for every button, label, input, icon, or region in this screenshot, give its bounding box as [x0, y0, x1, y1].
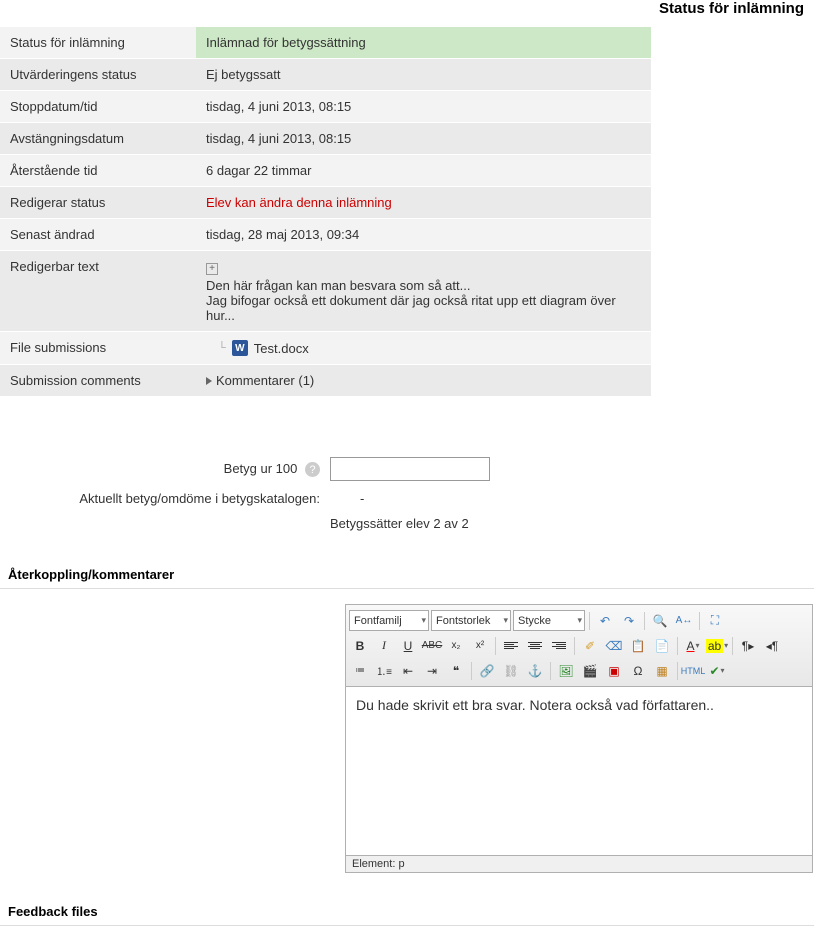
feedback-files-header: Feedback files — [0, 898, 814, 926]
align-left-button[interactable] — [500, 635, 522, 656]
strikethrough-button[interactable]: ABC — [421, 635, 443, 656]
editor-path: Element: p — [345, 856, 813, 873]
italic-button[interactable]: I — [373, 635, 395, 656]
submission-status-table: Status för inlämning Inlämnad för betygs… — [0, 27, 651, 397]
gradebook-label: Aktuellt betyg/omdöme i betygskatalogen: — [0, 491, 330, 506]
row-cutoff-date: Avstängningsdatum tisdag, 4 juni 2013, 0… — [0, 123, 651, 155]
page-title: Status för inlämning — [0, 0, 814, 27]
expand-icon[interactable]: + — [206, 263, 218, 275]
replace-button[interactable]: A↔ — [673, 610, 695, 631]
row-time-remaining: Återstående tid 6 dagar 22 timmar — [0, 155, 651, 187]
superscript-button[interactable]: x² — [469, 635, 491, 656]
redo-button[interactable]: ↷ — [618, 610, 640, 631]
help-icon[interactable]: ? — [305, 462, 320, 477]
tree-branch-icon: └ — [218, 342, 226, 354]
label-time-remaining: Återstående tid — [0, 155, 196, 187]
paragraph-format-select[interactable]: Stycke — [513, 610, 585, 631]
label-editing-status: Redigerar status — [0, 187, 196, 219]
value-submission-status: Inlämnad för betygssättning — [196, 27, 651, 59]
text-color-button[interactable]: A — [682, 635, 704, 656]
label-grading-status: Utvärderingens status — [0, 59, 196, 91]
rtl-button[interactable]: ◂¶ — [761, 635, 783, 656]
outdent-button[interactable]: ⇤ — [397, 660, 419, 681]
row-last-modified: Senast ändrad tisdag, 28 maj 2013, 09:34 — [0, 219, 651, 251]
underline-button[interactable]: U — [397, 635, 419, 656]
row-editing-status: Redigerar status Elev kan ändra denna in… — [0, 187, 651, 219]
comments-label: Kommentarer (1) — [216, 373, 314, 388]
spellcheck-button[interactable]: ✔ — [706, 660, 728, 681]
grading-progress: Betygssätter elev 2 av 2 — [330, 516, 469, 531]
find-button[interactable]: 🔍 — [649, 610, 671, 631]
value-grading-status: Ej betygssatt — [196, 59, 651, 91]
editor-toolbar: Fontfamilj Fontstorlek Stycke ↶ ↷ 🔍 A↔ ⛶… — [345, 604, 813, 686]
blockquote-button[interactable]: ❝ — [445, 660, 467, 681]
editor-content[interactable]: Du hade skrivit ett bra svar. Notera ock… — [345, 686, 813, 856]
align-right-button[interactable] — [548, 635, 570, 656]
subscript-button[interactable]: x₂ — [445, 635, 467, 656]
value-submission-comments: Kommentarer (1) — [196, 365, 651, 397]
label-online-text: Redigerbar text — [0, 251, 196, 332]
grade-section: Betyg ur 100 ? Aktuellt betyg/omdöme i b… — [0, 457, 651, 531]
value-editing-status: Elev kan ändra denna inlämning — [196, 187, 651, 219]
label-due-date: Stoppdatum/tid — [0, 91, 196, 123]
align-center-button[interactable] — [524, 635, 546, 656]
media-button[interactable]: 🎬 — [579, 660, 601, 681]
feedback-comments-header: Återkoppling/kommentarer — [0, 561, 814, 589]
row-due-date: Stoppdatum/tid tisdag, 4 juni 2013, 08:1… — [0, 91, 651, 123]
remove-format-button[interactable]: ⌫ — [603, 635, 625, 656]
paste-text-button[interactable]: 📋 — [627, 635, 649, 656]
label-submission-comments: Submission comments — [0, 365, 196, 397]
html-source-button[interactable]: HTML — [682, 660, 704, 681]
label-cutoff-date: Avstängningsdatum — [0, 123, 196, 155]
paste-word-button[interactable]: 📄 — [651, 635, 673, 656]
anchor-button[interactable]: ⚓ — [524, 660, 546, 681]
table-button[interactable]: ▦ — [651, 660, 673, 681]
ordered-list-button[interactable]: ⒈≡ — [373, 660, 395, 681]
grade-out-of-label: Betyg ur 100 ? — [0, 461, 330, 478]
word-file-icon: W — [232, 340, 248, 356]
background-color-button[interactable]: ab — [706, 635, 728, 656]
link-button[interactable]: 🔗 — [476, 660, 498, 681]
value-online-text: + Den här frågan kan man besvara som så … — [196, 251, 651, 332]
undo-button[interactable]: ↶ — [594, 610, 616, 631]
value-cutoff-date: tisdag, 4 juni 2013, 08:15 — [196, 123, 651, 155]
value-due-date: tisdag, 4 juni 2013, 08:15 — [196, 91, 651, 123]
online-text-line1: Den här frågan kan man besvara som så at… — [206, 278, 470, 293]
image-button[interactable]: 🖼 — [555, 660, 577, 681]
fullscreen-button[interactable]: ⛶ — [704, 610, 726, 631]
cleanup-button[interactable]: ✐ — [579, 635, 601, 656]
file-link[interactable]: Test.docx — [254, 341, 309, 356]
font-size-select[interactable]: Fontstorlek — [431, 610, 511, 631]
grade-input[interactable] — [330, 457, 490, 481]
indent-button[interactable]: ⇥ — [421, 660, 443, 681]
font-family-select[interactable]: Fontfamilj — [349, 610, 429, 631]
row-grading-status: Utvärderingens status Ej betygssatt — [0, 59, 651, 91]
row-file-submissions: File submissions └ W Test.docx — [0, 332, 651, 365]
online-text-line2: Jag bifogar också ett dokument där jag o… — [206, 293, 616, 323]
value-last-modified: tisdag, 28 maj 2013, 09:34 — [196, 219, 651, 251]
row-online-text: Redigerbar text + Den här frågan kan man… — [0, 251, 651, 332]
label-submission-status: Status för inlämning — [0, 27, 196, 59]
ltr-button[interactable]: ¶▸ — [737, 635, 759, 656]
nonbreaking-button[interactable]: ▣ — [603, 660, 625, 681]
gradebook-value: - — [330, 491, 364, 506]
bold-button[interactable]: B — [349, 635, 371, 656]
unordered-list-button[interactable]: ≔ — [349, 660, 371, 681]
chevron-right-icon — [206, 377, 212, 385]
rich-text-editor: Fontfamilj Fontstorlek Stycke ↶ ↷ 🔍 A↔ ⛶… — [345, 604, 813, 873]
value-time-remaining: 6 dagar 22 timmar — [196, 155, 651, 187]
row-submission-status: Status för inlämning Inlämnad för betygs… — [0, 27, 651, 59]
label-last-modified: Senast ändrad — [0, 219, 196, 251]
comments-toggle[interactable]: Kommentarer (1) — [206, 373, 641, 388]
value-file-submissions: └ W Test.docx — [196, 332, 651, 365]
unlink-button[interactable]: ⛓ — [500, 660, 522, 681]
label-file-submissions: File submissions — [0, 332, 196, 365]
row-submission-comments: Submission comments Kommentarer (1) — [0, 365, 651, 397]
special-char-button[interactable]: Ω — [627, 660, 649, 681]
